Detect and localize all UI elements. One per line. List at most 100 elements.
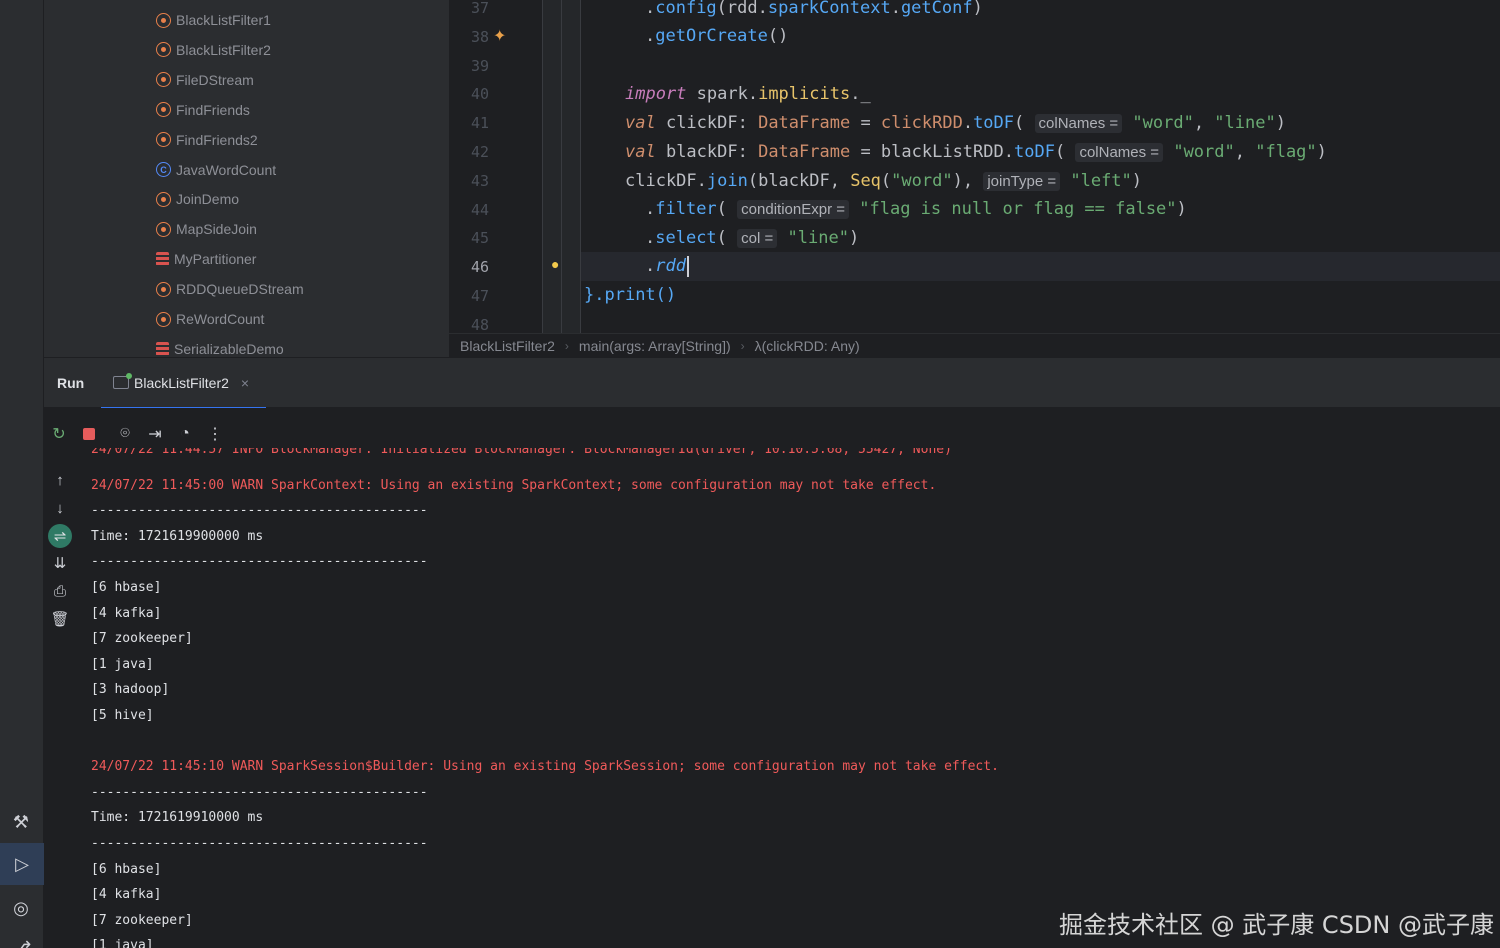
run-toolbar: ↻ ⌾ ⇥ ◔ ⋮	[44, 422, 230, 446]
tree-item-label: SerializableDemo	[174, 340, 284, 357]
profiler-icon[interactable]: ◔	[170, 422, 200, 446]
stop-button[interactable]	[74, 422, 104, 446]
code-line-38: .getOrCreate()	[645, 26, 789, 46]
line-number: 47	[470, 287, 489, 305]
console-line: [4 kafka]	[91, 605, 162, 621]
tree-item-label: FindFriends	[176, 101, 250, 118]
tree-item-label: JavaWordCount	[176, 161, 277, 178]
tab-blacklistfilter2[interactable]: BlackListFilter2 ×	[101, 358, 266, 409]
tree-item[interactable]: FindFriends2	[156, 125, 258, 155]
scala-trait-icon	[156, 252, 169, 267]
project-tree: BlackListFilter1 BlackListFilter2 FileDStr…	[44, 0, 449, 357]
print-icon[interactable]: ⎙	[48, 579, 72, 603]
run-tool-window-button[interactable]: ▷	[0, 843, 44, 885]
line-number: 43	[470, 171, 489, 190]
java-class-icon: C	[156, 162, 171, 177]
tree-item-label: FindFriends2	[176, 131, 258, 148]
indent-guide	[561, 0, 562, 333]
tree-item-label: MyPartitioner	[174, 251, 257, 268]
code-line-46: .rdd	[645, 252, 689, 281]
close-icon[interactable]: ×	[241, 375, 249, 391]
run-config-icon	[113, 373, 132, 389]
line-number: 41	[470, 114, 489, 133]
tree-item[interactable]: JoinDemo	[156, 184, 239, 214]
soft-wrap-icon[interactable]: ⇌	[48, 524, 72, 548]
tree-item[interactable]: MapSideJoin	[156, 214, 257, 244]
rerun-icon[interactable]: ↻	[44, 422, 74, 446]
line-number: 37	[470, 0, 489, 17]
text-cursor	[686, 255, 689, 277]
line-number: 38	[470, 27, 489, 46]
code-line-43: clickDF.join(blackDF, Seq("word"), joinT…	[625, 171, 1143, 191]
scala-object-icon	[156, 72, 171, 88]
breadcrumb-item-file[interactable]: BlackListFilter2	[460, 338, 555, 354]
build-icon[interactable]: ⚒	[9, 810, 33, 834]
line-number: 44	[470, 200, 489, 219]
code-line-47: }.print()	[584, 285, 677, 305]
tree-item-label: MapSideJoin	[176, 221, 257, 238]
tree-item-label: BlackListFilter1	[176, 12, 271, 28]
breadcrumb-item-lambda[interactable]: λ(clickRDD: Any)	[755, 338, 860, 354]
console-output[interactable]: ↻ ⌾ ⇥ ◔ ⋮ ↑ ↓ ⇌ ⇊ ⎙ 🗑 24/07/22 11:44:57 …	[44, 408, 1500, 948]
camera-icon[interactable]: ⌾	[110, 422, 140, 446]
current-line-highlight	[449, 252, 1500, 281]
console-line: [7 zookeeper]	[91, 912, 193, 928]
line-number: 46	[470, 258, 489, 277]
scala-object-icon	[156, 191, 171, 207]
scroll-to-end-icon[interactable]: ⇊	[48, 551, 72, 575]
scala-object-icon	[156, 281, 171, 297]
code-editor[interactable]: 37 38 39 40 41 42 43 44 45 46 47 48 ✦ ● .config(rdd…	[449, 0, 1500, 333]
line-number: 45	[470, 229, 489, 248]
tree-item[interactable]: ReWordCount	[156, 304, 264, 334]
tree-item[interactable]: BlackListFilter2	[156, 35, 271, 65]
trash-icon[interactable]: 🗑	[48, 607, 72, 631]
run-panel-header: Run BlackListFilter2 ×	[44, 357, 1500, 409]
run-panel-title: Run	[57, 375, 85, 391]
console-line: [1 java]	[91, 656, 154, 672]
tab-label: BlackListFilter2	[134, 374, 229, 391]
scala-object-icon	[156, 102, 171, 118]
breadcrumb-item-main[interactable]: main(args: Array[String])	[579, 338, 731, 354]
tree-item-label: FileDStream	[176, 71, 254, 88]
console-line: Time: 1721619900000 ms	[91, 528, 264, 544]
run-gutter-icon[interactable]: ✦	[493, 26, 506, 46]
arrow-down-icon[interactable]: ↓	[48, 496, 72, 520]
tree-item-label: RDDQueueDStream	[176, 281, 304, 298]
lightbulb-icon[interactable]: ●	[551, 256, 559, 272]
tree-item[interactable]: BlackListFilter1	[156, 5, 271, 35]
console-line: ----------------------------------------…	[91, 554, 428, 570]
indent-guide	[542, 0, 543, 333]
tree-item[interactable]: FindFriends	[156, 95, 250, 125]
more-options-icon[interactable]: ⋮	[200, 422, 230, 446]
breadcrumb: BlackListFilter2 › main(args: Array[Stri…	[449, 333, 1500, 357]
tree-item[interactable]: C JavaWordCount	[156, 155, 276, 185]
code-line-40: import spark.implicits._	[625, 84, 871, 104]
scala-object-icon	[156, 42, 171, 58]
git-icon[interactable]: ⎇	[9, 936, 33, 948]
console-line: [7 zookeeper]	[91, 631, 193, 647]
console-line: [3 hadoop]	[91, 682, 170, 698]
exit-icon[interactable]: ⇥	[140, 422, 170, 446]
tree-item[interactable]: RDDQueueDStream	[156, 274, 304, 304]
console-line: ----------------------------------------…	[91, 836, 428, 851]
indent-guide	[580, 0, 581, 333]
console-line: 24/07/22 11:45:00 WARN SparkContext: Usi…	[91, 477, 937, 493]
console-line: 24/07/22 11:44:57 INFO BlockManager: Ini…	[91, 448, 952, 457]
code-line-41: val clickDF: DataFrame = clickRDD.toDF( …	[625, 113, 1286, 133]
scala-object-icon	[156, 12, 171, 28]
tree-item[interactable]: MyPartitioner	[156, 244, 256, 274]
chevron-right-icon: ›	[564, 338, 569, 353]
tree-item[interactable]: FileDStream	[156, 65, 254, 95]
scala-trait-icon	[156, 341, 169, 356]
console-line: 24/07/22 11:45:10 WARN SparkSession$Buil…	[91, 759, 999, 775]
console-line: [1 java]	[91, 938, 154, 948]
tree-item-label: BlackListFilter2	[176, 41, 271, 58]
scala-object-icon	[156, 311, 171, 327]
arrow-up-icon[interactable]: ↑	[48, 468, 72, 492]
code-line-42: val blackDF: DataFrame = blackListRDD.to…	[625, 142, 1327, 162]
services-icon[interactable]: ◎	[9, 896, 33, 920]
code-line-45: .select( col = "line")	[645, 228, 860, 248]
code-line-44: .filter( conditionExpr = "flag is null o…	[645, 199, 1187, 219]
line-number: 39	[470, 56, 489, 75]
tree-item[interactable]: SerializableDemo	[156, 334, 284, 357]
